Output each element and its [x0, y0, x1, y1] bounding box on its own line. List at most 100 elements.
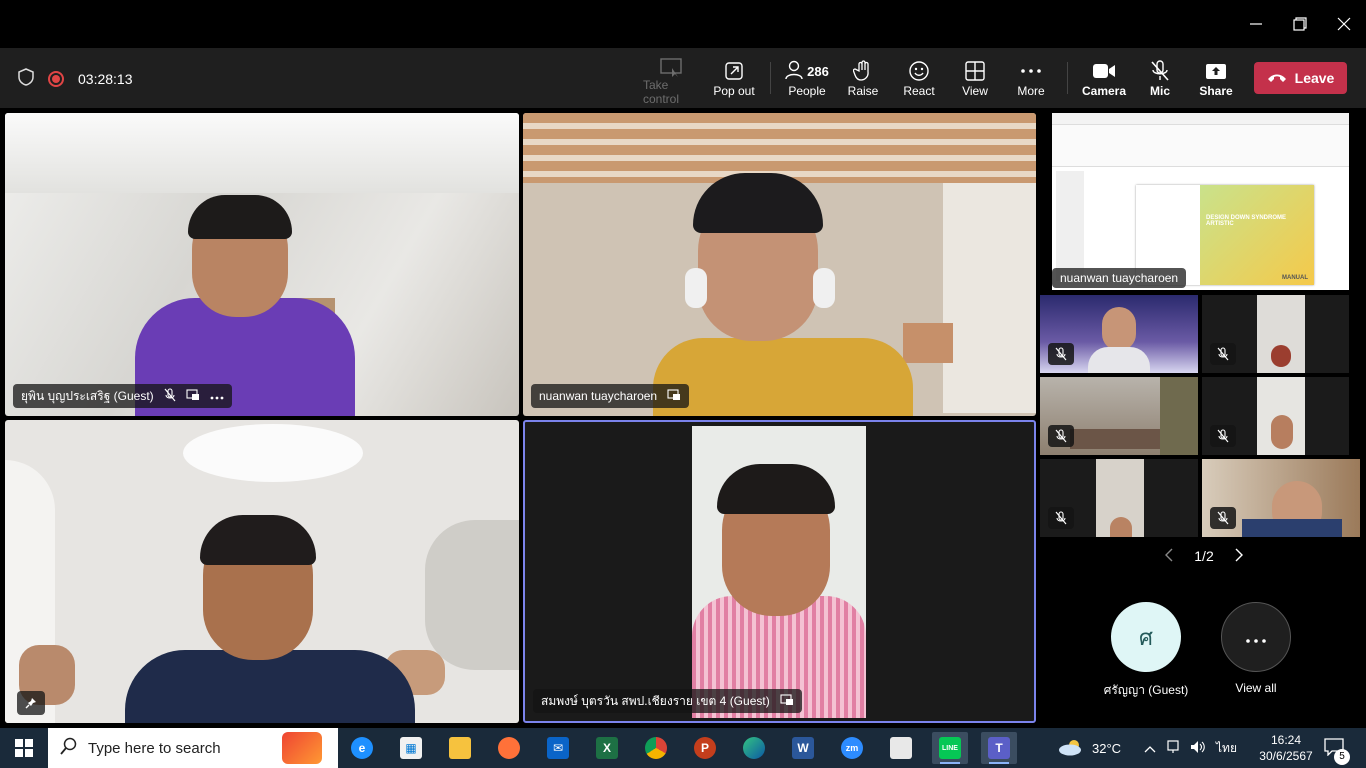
- participant-thumb[interactable]: [1040, 295, 1198, 373]
- windows-taskbar: Type here to search e ▦ ✉ X P W zm LINE …: [0, 728, 1366, 768]
- pin-icon[interactable]: [17, 691, 45, 715]
- view-all-button[interactable]: [1221, 602, 1291, 672]
- grid-icon: [965, 58, 985, 84]
- video-stage: ยุพิน บุญประเสริฐ (Guest) nuanwan tuaych…: [0, 108, 1366, 728]
- smile-icon: [908, 58, 930, 84]
- participant-tile[interactable]: ยุพิน บุญประเสริฐ (Guest): [5, 113, 519, 416]
- app-icon[interactable]: [883, 732, 919, 764]
- camera-button[interactable]: Camera: [1076, 58, 1132, 102]
- participant-nametag: nuanwan tuaycharoen: [531, 384, 690, 408]
- page-indicator: 1/2: [1194, 548, 1214, 564]
- cloud-icon: [1058, 738, 1084, 759]
- headphones: [685, 268, 707, 308]
- edge-icon[interactable]: [736, 732, 772, 764]
- ppt-ribbon: [1052, 125, 1349, 167]
- file-explorer-icon[interactable]: [442, 732, 478, 764]
- internet-explorer-icon[interactable]: e: [344, 732, 380, 764]
- participant-video: [188, 195, 292, 239]
- react-button[interactable]: React: [891, 58, 947, 102]
- chevron-right-icon[interactable]: [1234, 548, 1244, 565]
- more-options-icon[interactable]: [210, 389, 224, 403]
- pop-out-button[interactable]: Pop out: [706, 58, 762, 102]
- mic-off-icon: [1210, 425, 1236, 447]
- mic-off-icon: [164, 387, 176, 405]
- meeting-toolbar: 03:28:13 Take control Pop out 286 People…: [0, 48, 1366, 108]
- window-titlebar: [0, 0, 1366, 48]
- word-icon[interactable]: W: [785, 732, 821, 764]
- zoom-icon[interactable]: zm: [834, 732, 870, 764]
- participant-video: [1257, 295, 1305, 373]
- avatar[interactable]: ศ: [1111, 602, 1181, 672]
- mic-off-icon: [1150, 58, 1170, 84]
- tile-background: [943, 183, 1036, 413]
- view-button[interactable]: View: [947, 58, 1003, 102]
- participant-thumb[interactable]: [1202, 377, 1349, 455]
- line-icon[interactable]: LINE: [932, 732, 968, 764]
- weather-widget[interactable]: 32°C: [1058, 728, 1121, 768]
- people-count: 286: [807, 63, 829, 79]
- close-icon[interactable]: [1328, 8, 1360, 40]
- more-button[interactable]: More: [1003, 58, 1059, 102]
- mic-off-icon: [1210, 343, 1236, 365]
- mic-off-icon: [1048, 507, 1074, 529]
- chevron-up-icon[interactable]: [1144, 741, 1156, 756]
- tile-background: [903, 323, 953, 363]
- participant-thumb[interactable]: [1040, 377, 1198, 455]
- search-highlight-icon: [282, 732, 322, 764]
- ppt-slide-art: [1200, 185, 1314, 285]
- people-icon: [785, 60, 803, 83]
- chevron-left-icon[interactable]: [1164, 548, 1174, 565]
- more-dots-icon: [1245, 624, 1267, 650]
- input-language[interactable]: ไทย: [1216, 739, 1237, 758]
- ppt-slide-title: DESIGN DOWN SYNDROME ARTISTIC: [1206, 215, 1287, 227]
- participant-nametag: ยุพิน บุญประเสริฐ (Guest): [13, 384, 232, 408]
- participant-video: [1271, 345, 1291, 367]
- teams-icon[interactable]: T: [981, 732, 1017, 764]
- share-icon: [1205, 58, 1227, 84]
- participant-tile-active[interactable]: สมพงษ์ บุตรวัน สพป.เชียงราย เขต 4 (Guest…: [523, 420, 1036, 723]
- excel-icon[interactable]: X: [589, 732, 625, 764]
- content-share-icon: [667, 388, 681, 404]
- participant-thumb[interactable]: [1202, 295, 1349, 373]
- participant-video: [1070, 429, 1160, 449]
- volume-icon[interactable]: [1190, 740, 1206, 757]
- mic-button[interactable]: Mic: [1132, 58, 1188, 102]
- participant-video: [1096, 459, 1144, 537]
- chrome-icon[interactable]: [638, 732, 674, 764]
- content-share-icon: [186, 388, 200, 404]
- participant-thumb[interactable]: [1040, 459, 1198, 537]
- toolbar-divider: [1067, 62, 1068, 94]
- firefox-icon[interactable]: [491, 732, 527, 764]
- take-control-button[interactable]: Take control: [643, 58, 699, 106]
- hand-icon: [853, 58, 873, 84]
- ppt-slide-footer: MANUAL: [1282, 275, 1308, 281]
- headphones: [813, 268, 835, 308]
- restore-icon[interactable]: [1284, 8, 1316, 40]
- toolbar-divider: [770, 62, 771, 94]
- shared-screen-tile[interactable]: DESIGN DOWN SYNDROME ARTISTIC MANUAL nua…: [1052, 113, 1349, 290]
- participant-hair: [717, 464, 835, 514]
- powerpoint-icon[interactable]: P: [687, 732, 723, 764]
- windows-start-icon[interactable]: [6, 732, 42, 764]
- participant-video: [125, 650, 415, 723]
- notifications-button[interactable]: 5: [1324, 728, 1350, 768]
- view-all-label: View all: [1235, 681, 1277, 695]
- microsoft-store-icon[interactable]: ▦: [393, 732, 429, 764]
- participant-thumb[interactable]: [1202, 459, 1360, 537]
- gallery-pager: 1/2: [1164, 545, 1244, 567]
- participant-video: [1271, 415, 1293, 449]
- tile-background: [183, 424, 363, 482]
- participant-tile[interactable]: [5, 420, 519, 723]
- participant-tile[interactable]: nuanwan tuaycharoen: [523, 113, 1036, 416]
- mail-icon[interactable]: ✉: [540, 732, 576, 764]
- network-icon[interactable]: [1166, 739, 1180, 757]
- participant-video: [1088, 347, 1150, 373]
- raise-hand-button[interactable]: Raise: [835, 58, 891, 102]
- leave-button[interactable]: Leave: [1254, 62, 1347, 94]
- minimize-icon[interactable]: [1240, 8, 1272, 40]
- taskbar-search-box[interactable]: Type here to search: [48, 728, 338, 768]
- shield-icon: [18, 68, 34, 89]
- clock[interactable]: 16:24 30/6/2567: [1254, 728, 1318, 768]
- people-button[interactable]: 286 People: [779, 58, 835, 102]
- share-button[interactable]: Share: [1188, 58, 1244, 102]
